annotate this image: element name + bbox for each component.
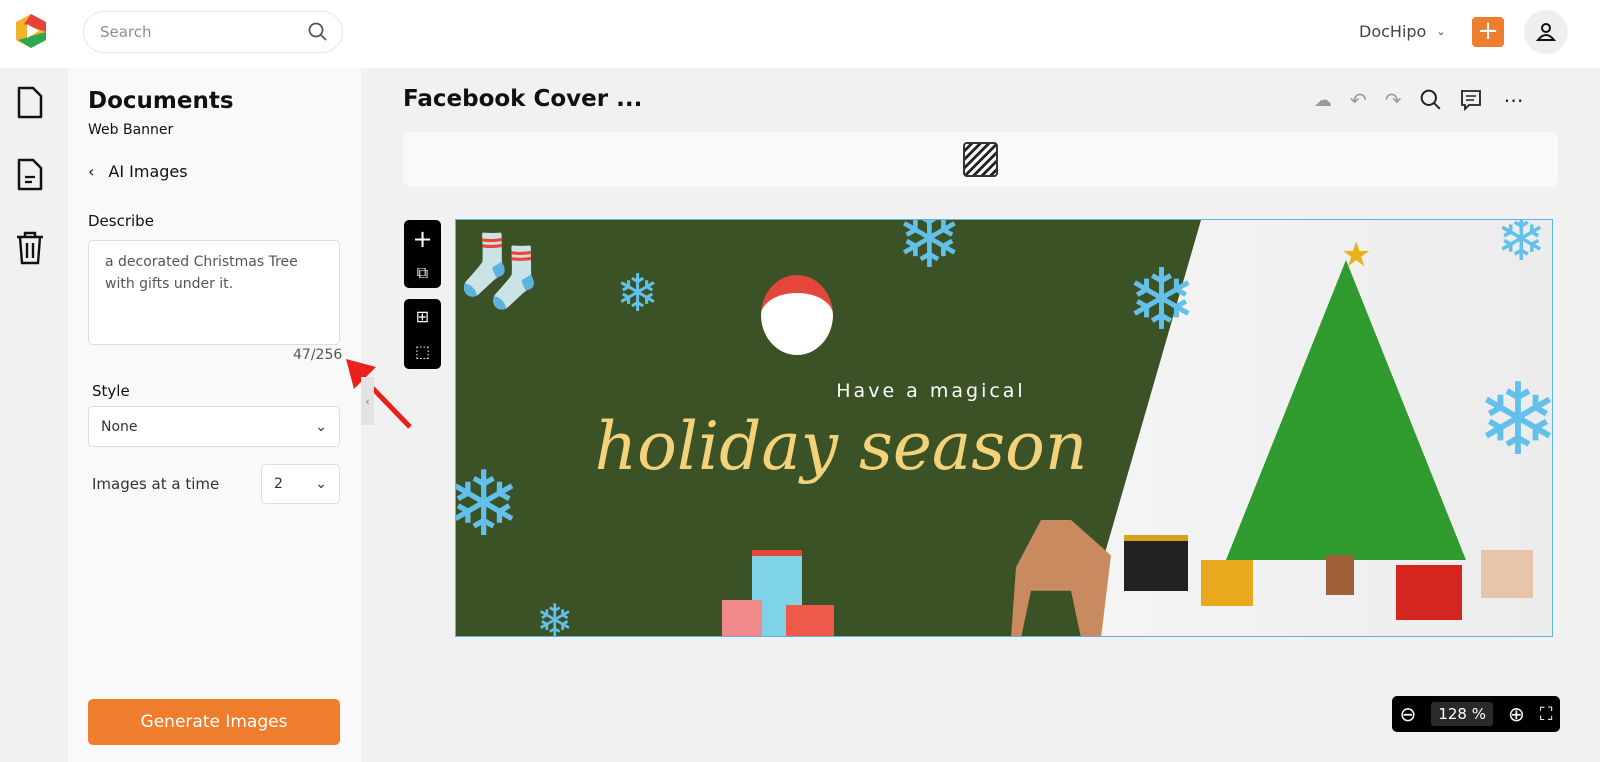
add-button[interactable]: + — [1472, 17, 1504, 47]
snowflake-icon: ❄ — [456, 460, 521, 550]
chevron-down-icon: ⌄ — [1436, 25, 1446, 38]
search-icon[interactable] — [308, 22, 328, 42]
snowflake-icon: ❄ — [1496, 219, 1547, 275]
dochipo-logo[interactable] — [12, 12, 50, 50]
gift-box-icon — [1481, 550, 1533, 598]
user-avatar[interactable] — [1524, 10, 1568, 54]
editor-toolbar: ☁ ↶ ↷ ⋯ — [1314, 88, 1524, 112]
gift-box-icon — [722, 600, 762, 636]
describe-label: Describe — [88, 212, 154, 230]
reindeer-icon — [1011, 520, 1111, 636]
star-icon: ★ — [1341, 235, 1372, 275]
design-canvas[interactable]: ❄ ❄ ❄ ❄ ❄ ❄ ❄ 🧦 Have a magical holiday s… — [455, 219, 1553, 637]
top-bar: Search DocHipo ⌄ + — [0, 0, 1600, 68]
redo-icon[interactable]: ↷ — [1385, 88, 1402, 112]
char-count: 47/256 — [293, 347, 343, 363]
add-icon[interactable]: + — [412, 225, 432, 253]
panel-title: Documents — [88, 88, 234, 114]
cloud-saved-icon[interactable]: ☁ — [1314, 90, 1332, 111]
grid-icon[interactable]: ⊞ — [416, 307, 429, 326]
icon-rail — [0, 68, 68, 762]
zoom-out-icon[interactable]: ⊖ — [1400, 702, 1417, 726]
images-count-value: 2 — [274, 476, 283, 492]
snowflake-icon: ❄ — [616, 264, 660, 324]
search-icon[interactable] — [1420, 89, 1442, 111]
style-value: None — [101, 418, 138, 435]
comment-icon[interactable] — [1460, 89, 1482, 111]
fullscreen-icon[interactable]: ⛶ — [1540, 704, 1553, 725]
gift-box-icon — [786, 605, 834, 636]
images-at-a-time-label: Images at a time — [92, 475, 220, 493]
style-select[interactable]: None ⌄ — [88, 406, 340, 447]
search-input[interactable]: Search — [83, 11, 343, 53]
ai-images-panel: Documents Web Banner ‹ AI Images Describe… — [68, 68, 412, 762]
banner-heading[interactable]: Have a magical — [706, 380, 1156, 402]
gift-box-icon — [1201, 560, 1253, 606]
document-icon[interactable] — [14, 86, 46, 120]
snowflake-icon: ❄ — [1476, 361, 1553, 478]
user-icon — [1536, 23, 1556, 41]
zoom-controls: ⊖ 128 % ⊕ ⛶ — [1392, 696, 1560, 732]
tree-trunk — [1326, 555, 1354, 595]
back-button[interactable]: ‹ AI Images — [88, 162, 188, 181]
duplicate-icon[interactable]: ⧉ — [417, 263, 428, 283]
properties-strip — [403, 132, 1558, 187]
gift-box-icon — [1396, 565, 1462, 620]
select-area-icon[interactable]: ⬚ — [415, 342, 430, 361]
more-options-icon[interactable]: ⋯ — [1504, 88, 1524, 112]
chevron-down-icon: ⌄ — [315, 418, 327, 435]
stocking-icon: 🧦 — [456, 230, 544, 312]
page-icon[interactable] — [14, 158, 46, 192]
santa-icon — [761, 275, 833, 355]
add-tools: + ⧉ — [404, 220, 441, 288]
chevron-left-icon: ‹ — [88, 162, 95, 181]
snowflake-icon: ❄ — [1126, 251, 1198, 350]
workspace-name: DocHipo — [1359, 22, 1427, 41]
zoom-level[interactable]: 128 % — [1431, 702, 1493, 726]
background-pattern-button[interactable] — [963, 142, 998, 177]
zoom-in-icon[interactable]: ⊕ — [1508, 702, 1525, 726]
snowflake-icon: ❄ — [536, 594, 574, 637]
panel-subtitle: Web Banner — [88, 122, 174, 138]
workspace-dropdown[interactable]: DocHipo ⌄ — [1359, 22, 1446, 41]
back-label: AI Images — [108, 162, 188, 181]
gift-box-icon — [1124, 535, 1188, 591]
collapse-panel-handle[interactable]: ‹ — [361, 377, 374, 425]
banner-script-title[interactable]: holiday season — [546, 408, 1136, 485]
snowflake-icon: ❄ — [896, 219, 964, 286]
search-placeholder: Search — [100, 23, 152, 41]
images-count-select[interactable]: 2 ⌄ — [261, 464, 340, 504]
describe-textarea[interactable]: a decorated Christmas Tree with gifts un… — [88, 240, 340, 345]
layout-tools: ⊞ ⬚ — [404, 299, 441, 369]
style-label: Style — [92, 382, 130, 400]
generate-images-button[interactable]: Generate Images — [88, 699, 340, 745]
document-title[interactable]: Facebook Cover ... — [403, 86, 642, 112]
undo-icon[interactable]: ↶ — [1350, 88, 1367, 112]
trash-icon[interactable] — [14, 230, 46, 266]
chevron-down-icon: ⌄ — [315, 476, 327, 492]
